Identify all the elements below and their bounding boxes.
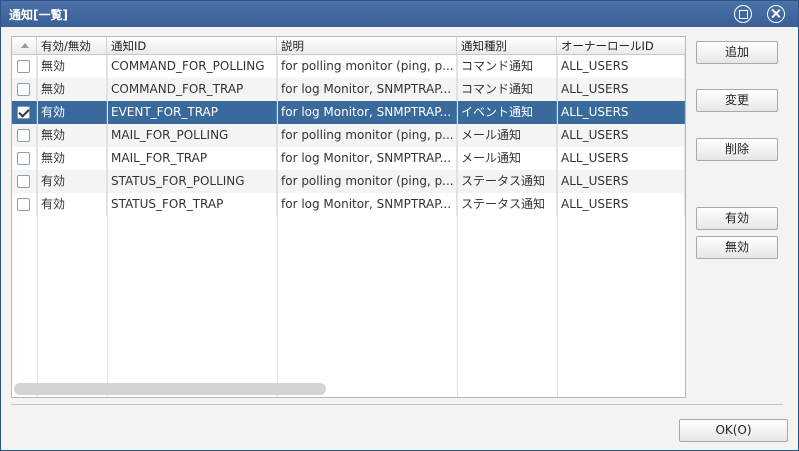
ok-button[interactable]: OK(O) xyxy=(679,419,788,442)
cell-enabled: 有効 xyxy=(37,101,107,124)
row-checkbox[interactable] xyxy=(17,106,30,119)
cell-description: for log Monitor, SNMPTRAP... xyxy=(277,101,457,124)
cell-notification-type: メール通知 xyxy=(457,124,557,147)
table-row[interactable]: 有効 STATUS_FOR_TRAP for log Monitor, SNMPTR… xyxy=(12,193,685,216)
column-header-owner-role-id[interactable]: オーナーロールID xyxy=(557,37,685,55)
cell-notification-id: EVENT_FOR_TRAP xyxy=(107,101,277,124)
cell-notification-type: メール通知 xyxy=(457,147,557,170)
cell-notification-type: コマンド通知 xyxy=(457,55,557,78)
cell-select xyxy=(12,101,37,124)
column-divider xyxy=(37,55,38,397)
cell-owner-role-id: ALL_USERS xyxy=(557,124,685,147)
cell-select xyxy=(12,55,37,78)
cell-notification-id: STATUS_FOR_TRAP xyxy=(107,193,277,216)
row-checkbox[interactable] xyxy=(17,129,30,142)
cell-enabled: 無効 xyxy=(37,55,107,78)
table-row[interactable]: 無効 MAIL_FOR_TRAP for log Monitor, SNMPTRAP… xyxy=(12,147,685,170)
cell-owner-role-id: ALL_USERS xyxy=(557,170,685,193)
cell-owner-role-id: ALL_USERS xyxy=(557,78,685,101)
row-checkbox[interactable] xyxy=(17,175,30,188)
window-title: 通知[一覧] xyxy=(9,8,68,22)
cell-description: for log Monitor, SNMPTRAP... xyxy=(277,147,457,170)
column-divider xyxy=(557,55,558,397)
table-header: 有効/無効 通知ID 説明 通知種別 オーナーロールID xyxy=(12,37,685,55)
add-button[interactable]: 追加 xyxy=(696,41,778,64)
cell-select xyxy=(12,193,37,216)
cell-notification-type: ステータス通知 xyxy=(457,170,557,193)
table-row[interactable]: 有効 EVENT_FOR_TRAP for log Monitor, SNMPTRA… xyxy=(12,101,685,124)
cell-notification-type: イベント通知 xyxy=(457,101,557,124)
select-column-header[interactable] xyxy=(12,37,37,55)
cell-owner-role-id: ALL_USERS xyxy=(557,193,685,216)
cell-owner-role-id: ALL_USERS xyxy=(557,147,685,170)
row-checkbox[interactable] xyxy=(17,152,30,165)
column-header-description[interactable]: 説明 xyxy=(277,37,457,55)
row-checkbox[interactable] xyxy=(17,198,30,211)
notification-list-dialog: 通知[一覧] 有効/無効 通知ID 説明 通知種別 オーナーロールID 無効 CO… xyxy=(0,0,799,451)
cell-select xyxy=(12,124,37,147)
row-checkbox[interactable] xyxy=(17,83,30,96)
cell-notification-id: STATUS_FOR_POLLING xyxy=(107,170,277,193)
column-header-notification-type[interactable]: 通知種別 xyxy=(457,37,557,55)
cell-description: for polling monitor (ping, p... xyxy=(277,170,457,193)
cell-notification-id: COMMAND_FOR_TRAP xyxy=(107,78,277,101)
maximize-icon[interactable] xyxy=(734,5,752,23)
cell-enabled: 無効 xyxy=(37,78,107,101)
column-header-notification-id[interactable]: 通知ID xyxy=(107,37,277,55)
horizontal-scrollbar[interactable] xyxy=(14,383,326,395)
cell-select xyxy=(12,170,37,193)
enable-button[interactable]: 有効 xyxy=(696,207,778,230)
cell-enabled: 有効 xyxy=(37,193,107,216)
cell-description: for polling monitor (ping, p... xyxy=(277,124,457,147)
column-divider xyxy=(107,55,108,397)
table-row[interactable]: 無効 MAIL_FOR_POLLING for polling monitor (p… xyxy=(12,124,685,147)
modify-button[interactable]: 変更 xyxy=(696,89,778,112)
title-bar[interactable]: 通知[一覧] xyxy=(1,1,798,27)
column-divider xyxy=(457,55,458,397)
cell-enabled: 無効 xyxy=(37,124,107,147)
cell-notification-id: COMMAND_FOR_POLLING xyxy=(107,55,277,78)
cell-select xyxy=(12,147,37,170)
cell-notification-type: ステータス通知 xyxy=(457,193,557,216)
table-row[interactable]: 無効 COMMAND_FOR_POLLING for polling monitor… xyxy=(12,55,685,78)
table-row[interactable]: 無効 COMMAND_FOR_TRAP for log Monitor, SNMPT… xyxy=(12,78,685,101)
sort-ascending-icon xyxy=(21,43,29,48)
cell-select xyxy=(12,78,37,101)
cell-notification-type: コマンド通知 xyxy=(457,78,557,101)
notification-table[interactable]: 有効/無効 通知ID 説明 通知種別 オーナーロールID 無効 COMMAND_F… xyxy=(11,36,686,398)
cell-notification-id: MAIL_FOR_POLLING xyxy=(107,124,277,147)
cell-notification-id: MAIL_FOR_TRAP xyxy=(107,147,277,170)
disable-button[interactable]: 無効 xyxy=(696,236,778,259)
table-row[interactable]: 有効 STATUS_FOR_POLLING for polling monitor … xyxy=(12,170,685,193)
cell-description: for log Monitor, SNMPTRAP... xyxy=(277,78,457,101)
cell-description: for log Monitor, SNMPTRAP... xyxy=(277,193,457,216)
cell-owner-role-id: ALL_USERS xyxy=(557,101,685,124)
cell-description: for polling monitor (ping, p... xyxy=(277,55,457,78)
row-checkbox[interactable] xyxy=(17,60,30,73)
column-divider xyxy=(277,55,278,397)
column-header-enabled[interactable]: 有効/無効 xyxy=(37,37,107,55)
cell-enabled: 無効 xyxy=(37,147,107,170)
cell-owner-role-id: ALL_USERS xyxy=(557,55,685,78)
close-icon[interactable] xyxy=(767,5,785,23)
delete-button[interactable]: 削除 xyxy=(696,138,778,161)
footer-separator xyxy=(11,404,783,405)
cell-enabled: 有効 xyxy=(37,170,107,193)
